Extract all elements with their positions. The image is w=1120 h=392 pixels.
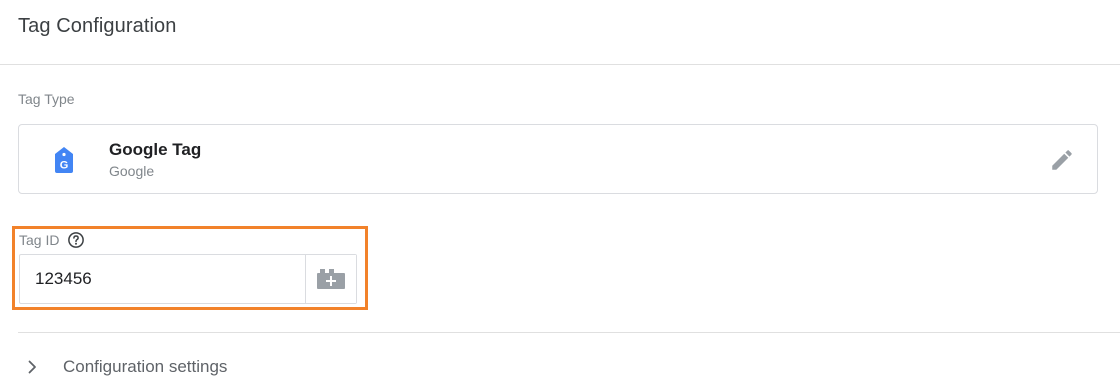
tag-id-label-row: Tag ID [19,231,85,249]
tag-id-label: Tag ID [19,232,60,248]
svg-text:G: G [60,160,69,172]
tag-type-vendor: Google [109,163,155,179]
google-tag-icon: G [55,147,73,173]
pencil-icon[interactable] [1049,147,1075,173]
section-divider [18,332,1120,333]
configuration-settings-toggle[interactable]: Configuration settings [24,352,227,382]
page-title: Tag Configuration [18,15,177,37]
tag-id-input[interactable] [20,255,305,303]
question-circle-icon[interactable] [67,231,85,249]
tag-type-selector[interactable]: G Google Tag Google [18,124,1098,194]
tag-type-name: Google Tag [109,140,202,159]
add-variable-button[interactable] [305,255,356,303]
tag-configuration-panel: Tag Configuration Tag Type G Google Tag … [0,0,1120,392]
tag-type-label: Tag Type [18,91,75,107]
chevron-right-icon [28,360,36,374]
header-divider [0,64,1120,65]
tag-id-field [19,254,357,304]
add-variable-icon [317,269,345,289]
configuration-settings-label: Configuration settings [63,357,228,376]
